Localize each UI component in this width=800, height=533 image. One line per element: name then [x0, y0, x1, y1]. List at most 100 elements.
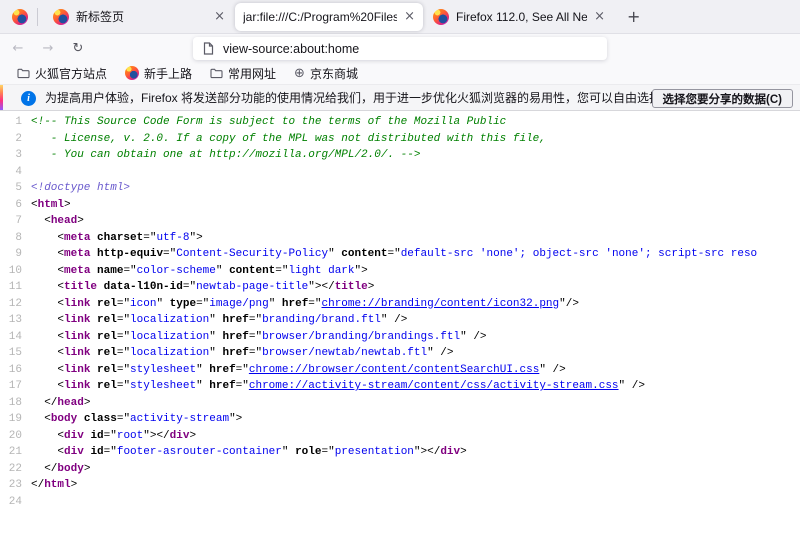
tab[interactable]: 新标签页 ×	[45, 3, 233, 31]
source-view: 1<!-- This Source Code Form is subject t…	[0, 111, 800, 510]
tab-label: Firefox 112.0, See All New Fea	[456, 10, 587, 24]
code-text: <body class="activity-stream">	[31, 411, 242, 428]
bookmark-label: 常用网址	[228, 65, 276, 82]
source-line: 3 - You can obtain one at http://mozilla…	[0, 147, 800, 164]
code-text: <link rel="localization" href="browser/b…	[31, 329, 487, 346]
notification-bar: i 为提高用户体验，Firefox 将发送部分功能的使用情况给我们，用于进一步优…	[0, 84, 800, 111]
line-number: 13	[0, 312, 31, 329]
source-line: 1<!-- This Source Code Form is subject t…	[0, 114, 800, 131]
choose-shared-data-button[interactable]: 选择您要分享的数据(C)	[652, 89, 793, 108]
code-text: <div id="footer-asrouter-container" role…	[31, 444, 467, 461]
folder-icon	[17, 68, 30, 79]
source-line: 20 <div id="root"></div>	[0, 428, 800, 445]
reload-icon[interactable]: ↻	[70, 41, 86, 56]
code-text: <!-- This Source Code Form is subject to…	[31, 114, 506, 131]
forward-icon[interactable]: →	[40, 41, 56, 56]
code-text: <div id="root"></div>	[31, 428, 196, 445]
line-number: 20	[0, 428, 31, 445]
source-line: 11 <title data-l10n-id="newtab-page-titl…	[0, 279, 800, 296]
line-number: 23	[0, 477, 31, 494]
line-number: 19	[0, 411, 31, 428]
bookmark-label: 新手上路	[144, 65, 192, 82]
code-text: <link rel="stylesheet" href="chrome://br…	[31, 362, 566, 379]
code-text: <meta http-equiv="Content-Security-Polic…	[31, 246, 757, 263]
line-number: 17	[0, 378, 31, 395]
line-number: 15	[0, 345, 31, 362]
navigation-toolbar: ← → ↻ view-source:about:home	[0, 34, 800, 62]
code-text: - License, v. 2.0. If a copy of the MPL …	[31, 131, 546, 148]
bookmark-label: 火狐官方站点	[35, 65, 107, 82]
line-number: 10	[0, 263, 31, 280]
tab-close-icon[interactable]: ×	[404, 9, 415, 24]
bookmark-item[interactable]: 火狐官方站点	[17, 65, 107, 82]
code-text: <!doctype html>	[31, 180, 130, 197]
line-number: 1	[0, 114, 31, 131]
code-text: </body>	[31, 461, 90, 478]
new-tab-button[interactable]: +	[627, 7, 640, 26]
bookmark-item[interactable]: ⊕ 京东商城	[294, 65, 358, 82]
globe-icon: ⊕	[294, 66, 305, 81]
firefox-icon	[433, 9, 449, 25]
source-line: 21 <div id="footer-asrouter-container" r…	[0, 444, 800, 461]
back-icon[interactable]: ←	[10, 41, 26, 56]
infobar-gradient-stripe	[0, 85, 3, 110]
tab[interactable]: jar:file:///C:/Program%20Files/M ×	[235, 3, 423, 31]
bookmark-label: 京东商城	[310, 65, 358, 82]
source-line: 23</html>	[0, 477, 800, 494]
bookmark-item[interactable]: 常用网址	[210, 65, 276, 82]
line-number: 5	[0, 180, 31, 197]
tab-close-icon[interactable]: ×	[214, 9, 225, 24]
tab-separator	[37, 8, 38, 26]
line-number: 12	[0, 296, 31, 313]
code-text: </head>	[31, 395, 90, 412]
line-number: 21	[0, 444, 31, 461]
code-text: <meta charset="utf-8">	[31, 230, 203, 247]
line-number: 3	[0, 147, 31, 164]
line-number: 7	[0, 213, 31, 230]
source-line: 4	[0, 164, 800, 181]
source-line: 7 <head>	[0, 213, 800, 230]
source-line: 2 - License, v. 2.0. If a copy of the MP…	[0, 131, 800, 148]
url-bar[interactable]: view-source:about:home	[193, 37, 607, 60]
tab-label: 新标签页	[76, 8, 207, 25]
source-line: 17 <link rel="stylesheet" href="chrome:/…	[0, 378, 800, 395]
source-line: 6<html>	[0, 197, 800, 214]
firefox-icon[interactable]	[12, 9, 28, 25]
source-link[interactable]: chrome://branding/content/icon32.png	[322, 298, 560, 310]
line-number: 14	[0, 329, 31, 346]
tab-label: jar:file:///C:/Program%20Files/M	[243, 10, 397, 24]
tab-close-icon[interactable]: ×	[594, 9, 605, 24]
code-text: <title data-l10n-id="newtab-page-title">…	[31, 279, 374, 296]
url-text: view-source:about:home	[223, 42, 359, 56]
tab-bar: 新标签页×jar:file:///C:/Program%20Files/M×Fi…	[0, 0, 800, 34]
source-line: 24	[0, 494, 800, 511]
tab[interactable]: Firefox 112.0, See All New Fea ×	[425, 3, 613, 31]
source-line: 5<!doctype html>	[0, 180, 800, 197]
code-text: <link rel="localization" href="browser/n…	[31, 345, 454, 362]
source-line: 16 <link rel="stylesheet" href="chrome:/…	[0, 362, 800, 379]
source-line: 9 <meta http-equiv="Content-Security-Pol…	[0, 246, 800, 263]
source-link[interactable]: chrome://browser/content/contentSearchUI…	[249, 364, 539, 376]
line-number: 9	[0, 246, 31, 263]
page-icon	[203, 42, 214, 55]
line-number: 4	[0, 164, 31, 181]
tab-strip: 新标签页×jar:file:///C:/Program%20Files/M×Fi…	[45, 0, 615, 33]
code-text: </html>	[31, 477, 77, 494]
line-number: 24	[0, 494, 31, 511]
firefox-icon	[53, 9, 69, 25]
source-line: 18 </head>	[0, 395, 800, 412]
line-number: 6	[0, 197, 31, 214]
line-number: 2	[0, 131, 31, 148]
folder-icon	[210, 68, 223, 79]
code-text: <link rel="localization" href="branding/…	[31, 312, 407, 329]
source-line: 22 </body>	[0, 461, 800, 478]
line-number: 8	[0, 230, 31, 247]
bookmark-item[interactable]: 新手上路	[125, 65, 192, 82]
info-icon: i	[21, 91, 36, 106]
code-text: <link rel="icon" type="image/png" href="…	[31, 296, 579, 313]
source-line: 12 <link rel="icon" type="image/png" hre…	[0, 296, 800, 313]
source-link[interactable]: chrome://activity-stream/content/css/act…	[249, 380, 619, 392]
code-text: <meta name="color-scheme" content="light…	[31, 263, 368, 280]
source-line: 10 <meta name="color-scheme" content="li…	[0, 263, 800, 280]
code-text: <link rel="stylesheet" href="chrome://ac…	[31, 378, 645, 395]
